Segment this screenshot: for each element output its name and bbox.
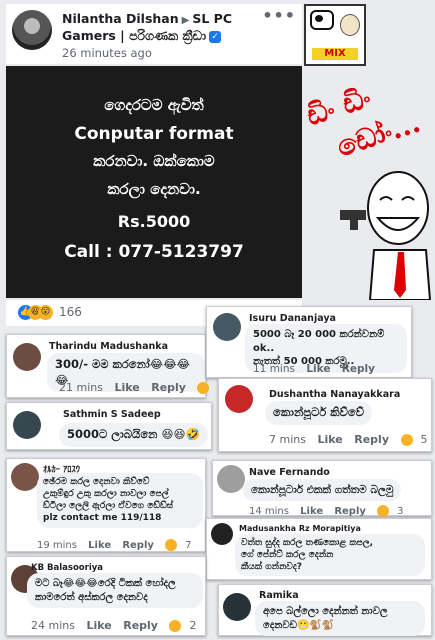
laugh-icon bbox=[400, 434, 413, 446]
comment-text: වත්ත සුද්ද කරල තණකොළ කපල, ගේ පේන්ට් කරල … bbox=[241, 538, 374, 573]
cow-icon bbox=[310, 10, 334, 30]
post-line-6: Call : 077-5123797 bbox=[64, 242, 244, 262]
comment-time[interactable]: 19 mins bbox=[37, 540, 77, 551]
comment-bubble: 5000ට ලාබයිනෙ 😆😆🤣 bbox=[59, 423, 208, 447]
more-options-icon[interactable]: ••• bbox=[262, 6, 296, 25]
group-name[interactable]: Gamers | පරිගණක ක්‍රීඩා ✓ bbox=[62, 28, 222, 44]
comment-actions: 21 mins Like Reply 8 bbox=[59, 381, 232, 394]
mix-label: MIX bbox=[312, 48, 358, 60]
comment-actions: 19 mins Like Reply 7 bbox=[37, 539, 199, 551]
reply-button[interactable]: Reply bbox=[122, 540, 154, 551]
avatar[interactable] bbox=[217, 465, 245, 493]
like-button[interactable]: Like bbox=[300, 506, 323, 517]
comment-card: Sathmin S Sadeep 5000ට ලාබයිනෙ 😆😆🤣 bbox=[6, 402, 212, 450]
reply-button[interactable]: Reply bbox=[342, 363, 375, 375]
comment-card: Ramika අපෙ බල්ලො දෙන්නත් නාවල දෙනවඩ😬🐒🐒 bbox=[218, 584, 432, 636]
laugh-icon bbox=[169, 620, 182, 632]
reply-button[interactable]: Reply bbox=[123, 619, 158, 632]
comment-actions: 24 mins Like Reply 2 bbox=[31, 619, 204, 632]
commenter-name[interactable]: Tharindu Madushanka bbox=[49, 341, 168, 352]
comment-bubble: වත්ත සුද්ද කරල තණකොළ කපල, ගේ පේන්ට් කරල … bbox=[235, 534, 425, 577]
avatar[interactable] bbox=[11, 463, 39, 491]
laugh-icon bbox=[377, 505, 390, 517]
mix-logo: MIX bbox=[304, 4, 366, 66]
comment-time[interactable]: 14 mins bbox=[249, 506, 289, 517]
troll-face-gun-icon bbox=[340, 171, 432, 300]
post-time[interactable]: 26 minutes ago bbox=[62, 46, 152, 60]
comment-actions: 7 mins Like Reply 5 bbox=[269, 433, 435, 446]
author-name[interactable]: Nilantha Dilshan bbox=[62, 11, 179, 26]
comment-time[interactable]: 11 mins bbox=[253, 363, 295, 375]
group-name-part[interactable]: SL PC bbox=[192, 11, 232, 26]
comment-time[interactable]: 7 mins bbox=[269, 433, 306, 446]
post-line-3: කරනවා. ඔක්කොම bbox=[93, 152, 215, 170]
post-line-4: කරලා දෙනවා. bbox=[107, 180, 201, 198]
post-author-line: Nilantha Dilshan ▶ SL PC bbox=[62, 11, 232, 26]
reaction-count[interactable]: 2 bbox=[189, 619, 196, 632]
reaction-count[interactable]: 166 bbox=[59, 305, 82, 319]
commenter-name[interactable]: KB Balasooriya bbox=[31, 563, 103, 573]
laugh-icon bbox=[165, 539, 178, 551]
comment-card: Madusankha Rz Morapitiya වත්ත සුද්ද කරල … bbox=[206, 518, 432, 580]
post-line-2: Conputar format bbox=[74, 124, 234, 144]
comment-text: 5000 බෑ 20 000 කරන්වනම් ok.. නැතත් 50 00… bbox=[253, 329, 385, 367]
group-name-rest: Gamers | පරිගණක ක්‍රීඩා bbox=[62, 28, 207, 43]
comment-card: Isuru Dananjaya 5000 බෑ 20 000 කරන්වනම් … bbox=[206, 306, 412, 378]
commenter-name[interactable]: Madusankha Rz Morapitiya bbox=[239, 524, 361, 533]
reply-button[interactable]: Reply bbox=[354, 433, 389, 446]
comment-text: අපෙ බල්ලො දෙන්නත් නාවල දෙනවඩ😬🐒🐒 bbox=[263, 606, 388, 631]
author-avatar[interactable] bbox=[12, 10, 52, 50]
laugh-icon bbox=[197, 382, 210, 394]
avatar[interactable] bbox=[13, 343, 41, 371]
reaction-count[interactable]: 5 bbox=[421, 433, 428, 446]
comment-text: කොන්පූටර් කිව්වේ bbox=[273, 405, 365, 419]
comment-text: 5000ට ලාබයිනෙ 😆😆🤣 bbox=[67, 427, 200, 441]
comment-text: ඡේරම කරල දෙනවා කිව්වේ උකුම්ඳුර උකු කරලා … bbox=[43, 477, 174, 524]
like-button[interactable]: Like bbox=[86, 619, 111, 632]
like-button[interactable]: Like bbox=[88, 540, 111, 551]
wow-icon: 😮 bbox=[38, 305, 53, 320]
post-image[interactable]: ගෙදරටම ඇවිත් Conputar format කරනවා. ඔක්ක… bbox=[6, 66, 302, 298]
comment-bubble: කොන්පූටාර් එකක් ගත්තම බලමු bbox=[243, 479, 402, 502]
reaction-count[interactable]: 7 bbox=[185, 540, 191, 551]
comment-card: KB Balasooriya මට බෑ😂😂😂රෙදි ටිකක් හෝදල ක… bbox=[6, 556, 206, 636]
comment-text: කොන්පූටාර් එකක් ගත්තම බලමු bbox=[251, 484, 394, 496]
like-button[interactable]: Like bbox=[114, 381, 139, 394]
avatar[interactable] bbox=[13, 411, 41, 439]
avatar[interactable] bbox=[213, 313, 241, 341]
commenter-name[interactable]: Ramika bbox=[259, 590, 299, 601]
comment-card: Tharindu Madushanka 300/- මම කරනෝ😂😂😂😂 21… bbox=[6, 334, 224, 398]
comment-time[interactable]: 21 mins bbox=[59, 381, 103, 394]
commenter-name[interactable]: Isuru Dananjaya bbox=[249, 313, 336, 324]
post-line-5: Rs.5000 bbox=[117, 212, 191, 231]
avatar[interactable] bbox=[211, 523, 233, 545]
face-icon bbox=[340, 14, 360, 36]
reply-button[interactable]: Reply bbox=[151, 381, 186, 394]
comment-actions: 11 mins Like Reply bbox=[253, 363, 383, 375]
commenter-name[interactable]: Dushantha Nanayakkara bbox=[269, 389, 400, 400]
comment-card: ｵﾙｶｰ ｱﾛｽｳ ඡේරම කරල දෙනවා කිව්වේ උකුම්ඳුර… bbox=[6, 458, 206, 552]
comment-time[interactable]: 24 mins bbox=[31, 619, 75, 632]
commenter-name[interactable]: Sathmin S Sadeep bbox=[63, 409, 161, 420]
post-header: Nilantha Dilshan ▶ SL PC Gamers | පරිගණක ක… bbox=[6, 4, 302, 64]
commenter-name[interactable]: Nave Fernando bbox=[249, 467, 330, 478]
comment-bubble: ඡේරම කරල දෙනවා කිව්වේ උකුම්ඳුර උකු කරලා … bbox=[37, 473, 203, 528]
avatar[interactable] bbox=[225, 385, 253, 413]
post-line-1: ගෙදරටම ඇවිත් bbox=[104, 96, 204, 114]
like-button[interactable]: Like bbox=[306, 363, 330, 375]
comment-bubble: මට බෑ😂😂😂රෙදි ටිකක් හෝදල කාමරෙත් අස්කරල ද… bbox=[27, 573, 203, 608]
check-icon: ✓ bbox=[209, 30, 222, 43]
comment-bubble: කොන්පූටර් කිව්වේ bbox=[265, 401, 373, 425]
comment-card: Nave Fernando කොන්පූටාර් එකක් ගත්තම බලමු… bbox=[212, 460, 432, 517]
comment-text: මට බෑ😂😂😂රෙදි ටිකක් හෝදල කාමරෙත් අස්කරල ද… bbox=[35, 578, 176, 603]
reaction-count[interactable]: 3 bbox=[397, 506, 403, 517]
arrow-right-icon: ▶ bbox=[181, 15, 190, 26]
like-button[interactable]: Like bbox=[317, 433, 342, 446]
comment-bubble: අපෙ බල්ලො දෙන්නත් නාවල දෙනවඩ😬🐒🐒 bbox=[255, 601, 425, 636]
comment-card: Dushantha Nanayakkara කොන්පූටර් කිව්වේ 7… bbox=[218, 378, 432, 452]
comment-actions: 14 mins Like Reply 3 bbox=[249, 505, 411, 517]
avatar[interactable] bbox=[223, 593, 251, 621]
reply-button[interactable]: Reply bbox=[334, 506, 366, 517]
